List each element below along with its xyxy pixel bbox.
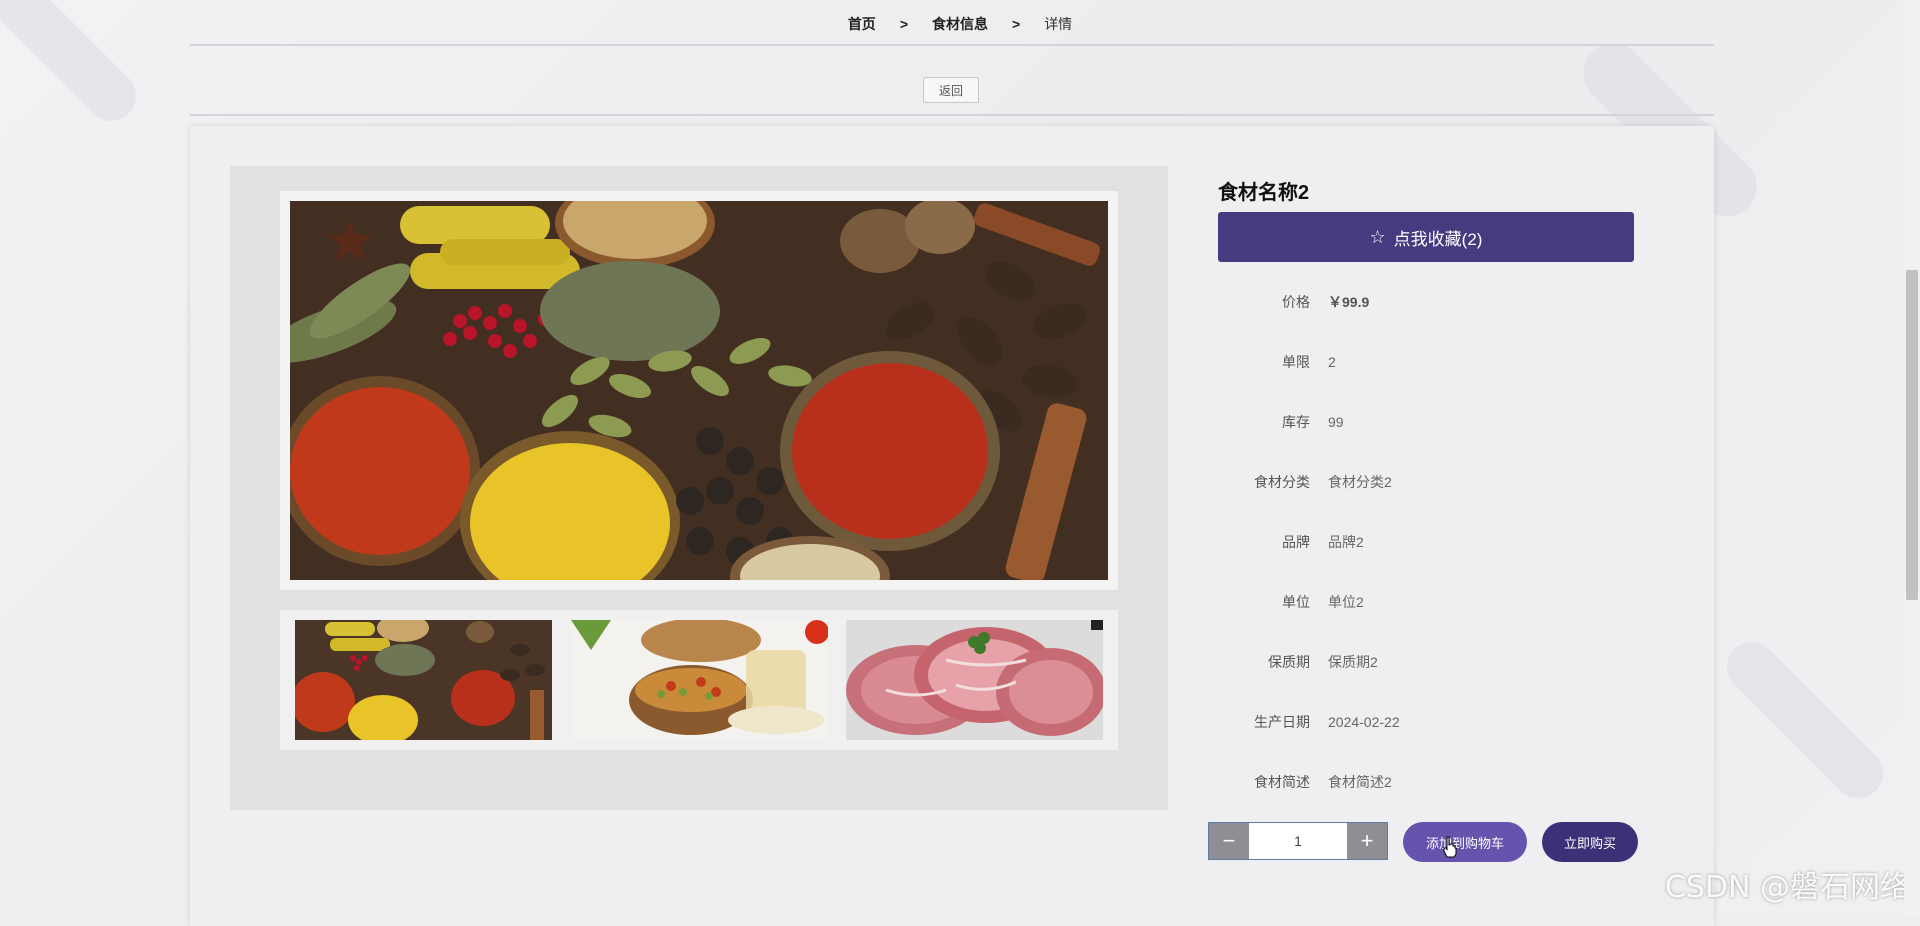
- scrollbar-thumb[interactable]: [1906, 270, 1918, 600]
- field-value: 食材简述2: [1328, 774, 1392, 790]
- field-value: 品牌2: [1328, 534, 1364, 550]
- field-value: 2024-02-22: [1328, 714, 1400, 730]
- field-label: 食材分类: [1254, 474, 1310, 490]
- breadcrumb: 首页 > 食材信息 > 详情: [0, 14, 1920, 34]
- field-value: 保质期2: [1328, 654, 1378, 670]
- decrement-button[interactable]: −: [1209, 823, 1249, 859]
- watermark: CSDN @磐石网络: [1664, 870, 1910, 905]
- field-label: 单位: [1282, 594, 1310, 610]
- favorite-label: 点我收藏(2): [1393, 229, 1483, 249]
- field-price: 价格 ￥99.9: [1218, 292, 1638, 312]
- field-label: 食材简述: [1254, 774, 1310, 790]
- thumbnail-spices[interactable]: [295, 620, 552, 740]
- field-label: 生产日期: [1254, 714, 1310, 730]
- breadcrumb-separator: >: [899, 16, 908, 32]
- field-label: 品牌: [1282, 534, 1310, 550]
- increment-button[interactable]: +: [1347, 823, 1387, 859]
- field-value: 99: [1328, 414, 1344, 430]
- breadcrumb-home[interactable]: 首页: [848, 14, 876, 34]
- favorite-button[interactable]: ☆ 点我收藏(2): [1218, 212, 1634, 262]
- field-label: 库存: [1282, 414, 1310, 430]
- field-value: 单位2: [1328, 594, 1364, 610]
- buy-now-button[interactable]: 立即购买: [1542, 822, 1638, 862]
- product-title: 食材名称2: [1218, 182, 1310, 204]
- main-product-image: [290, 201, 1108, 580]
- field-shelf-life: 保质期 保质期2: [1218, 652, 1638, 672]
- hand-cursor-icon: [1443, 836, 1457, 858]
- breadcrumb-separator: >: [1012, 16, 1021, 32]
- thumbnail-meat[interactable]: [846, 620, 1103, 740]
- field-production-date: 生产日期 2024-02-22: [1218, 712, 1638, 732]
- field-label: 单限: [1282, 354, 1310, 370]
- breadcrumb-category[interactable]: 食材信息: [932, 14, 988, 34]
- field-description: 食材简述 食材简述2: [1218, 772, 1638, 792]
- field-unit: 单位 单位2: [1218, 592, 1638, 612]
- field-value: 2: [1328, 354, 1336, 370]
- add-to-cart-button[interactable]: 添加到购物车: [1403, 822, 1527, 862]
- quantity-stepper: − 1 +: [1208, 822, 1388, 860]
- field-brand: 品牌 品牌2: [1218, 532, 1638, 552]
- field-value: ￥99.9: [1328, 294, 1370, 310]
- thumbnail-salad[interactable]: [571, 620, 828, 740]
- divider: [190, 44, 1714, 46]
- divider: [190, 114, 1714, 116]
- quantity-input[interactable]: 1: [1249, 823, 1347, 859]
- field-category: 食材分类 食材分类2: [1218, 472, 1638, 492]
- breadcrumb-current: 详情: [1044, 16, 1073, 32]
- field-stock: 库存 99: [1218, 412, 1638, 432]
- field-limit: 单限 2: [1218, 352, 1638, 372]
- star-icon: ☆: [1369, 226, 1386, 247]
- field-label: 保质期: [1268, 654, 1310, 670]
- field-value: 食材分类2: [1328, 474, 1392, 490]
- field-label: 价格: [1282, 294, 1310, 310]
- back-button[interactable]: 返回: [923, 77, 979, 103]
